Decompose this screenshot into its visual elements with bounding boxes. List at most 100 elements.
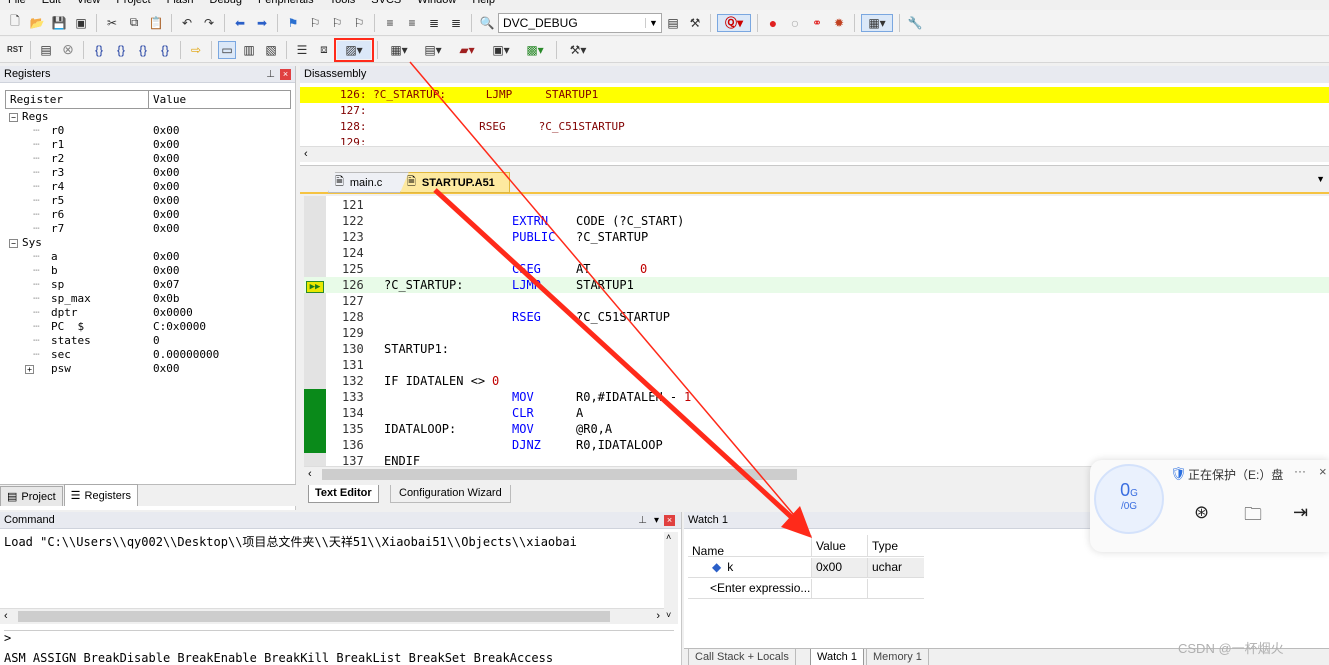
system-viewer-button[interactable]: ▩▾	[520, 41, 550, 59]
exit-icon[interactable]: ⇥	[1293, 502, 1308, 523]
editor-lines[interactable]: 121 122 EXTRN CODE (?C_START) 123 PUBLIC ?C_ST…	[304, 197, 1329, 467]
watch-row-value[interactable]: 0x00	[812, 558, 868, 577]
enter-expression-field[interactable]: <Enter expressio...	[688, 579, 812, 598]
reset-button[interactable]: RST	[6, 41, 24, 59]
register-value[interactable]: 0x00	[153, 194, 180, 208]
register-value[interactable]: 0x00	[153, 264, 180, 278]
open-file-icon[interactable]: 📂	[28, 14, 46, 32]
gutter-cell[interactable]	[304, 229, 326, 245]
register-value[interactable]: 0x00	[153, 180, 180, 194]
gutter-cell[interactable]	[304, 453, 326, 467]
breakpoint-insert-icon[interactable]: ●	[764, 14, 782, 32]
cut-icon[interactable]: ✂	[103, 14, 121, 32]
register-value[interactable]: 0x07	[153, 278, 180, 292]
call-stack-window-icon[interactable]: ⧈	[315, 41, 333, 59]
disassembly-window-icon[interactable]: ▥	[240, 41, 258, 59]
gutter-cell[interactable]	[304, 405, 326, 421]
gutter-cell[interactable]	[304, 309, 326, 325]
register-row[interactable]: ┄ sp_max 0x0b	[5, 292, 291, 306]
registers-window-icon[interactable]: ☰	[293, 41, 311, 59]
scroll-left-icon[interactable]: ‹	[308, 468, 312, 480]
disassembly-line[interactable]: 126: ?C_STARTUP: LJMP STARTUP1	[300, 87, 1329, 103]
paste-icon[interactable]: 📋	[147, 14, 165, 32]
command-window-icon[interactable]: ▭	[218, 40, 236, 59]
menu-item[interactable]: View	[77, 0, 101, 6]
register-row[interactable]: ┄ r0 0x00	[5, 124, 291, 138]
watch-row[interactable]: ◆ k 0x00 uchar	[688, 558, 924, 578]
configure-icon[interactable]: 🔧	[906, 14, 924, 32]
code-line[interactable]: 123 PUBLIC ?C_STARTUP	[304, 229, 1329, 245]
register-row[interactable]: ┄ sp 0x07	[5, 278, 291, 292]
register-value[interactable]: 0x0000	[153, 306, 193, 320]
menu-item[interactable]: Window	[417, 0, 456, 6]
register-row[interactable]: ┄ r5 0x00	[5, 194, 291, 208]
register-row[interactable]: ┄ b 0x00	[5, 264, 291, 278]
code-line[interactable]: 127	[304, 293, 1329, 309]
register-row[interactable]: ┄ r6 0x00	[5, 208, 291, 222]
bookmark-next-icon[interactable]: ⚐	[328, 14, 346, 32]
bookmark-icon[interactable]: ⚑	[284, 14, 302, 32]
code-line[interactable]: 130 STARTUP1:	[304, 341, 1329, 357]
register-row[interactable]: + psw 0x00	[5, 362, 291, 376]
folder-icon[interactable]: 🗀	[1244, 502, 1262, 532]
trace-window-button[interactable]: ▣▾	[486, 41, 516, 59]
scroll-right-icon[interactable]: ›	[656, 610, 660, 622]
register-value[interactable]: 0x00	[153, 250, 180, 264]
undo-icon[interactable]: ↶	[178, 14, 196, 32]
gutter-cell[interactable]	[304, 197, 326, 213]
code-line[interactable]: 136 DJNZ R0,IDATALOOP	[304, 437, 1329, 453]
register-group[interactable]: − Sys	[5, 236, 291, 250]
register-value[interactable]: 0x00	[153, 362, 180, 376]
dropdown-icon[interactable]: ▾	[654, 512, 659, 529]
breakpoint-disable-all-icon[interactable]: ⚭	[808, 14, 826, 32]
code-line[interactable]: ▶▶ 126 ?C_STARTUP: LJMP STARTUP1	[304, 277, 1329, 293]
manage-icon[interactable]: ⚒	[686, 14, 704, 32]
show-next-statement-icon[interactable]: ⇨	[187, 41, 205, 59]
gutter-cell[interactable]	[304, 213, 326, 229]
column-value[interactable]: Value	[812, 535, 868, 556]
tab-configuration-wizard[interactable]: Configuration Wizard	[390, 485, 511, 503]
gutter-cell[interactable]	[304, 389, 326, 405]
tab-text-editor[interactable]: Text Editor	[308, 485, 379, 503]
register-row[interactable]: ┄ sec 0.00000000	[5, 348, 291, 362]
register-row[interactable]: ┄ r2 0x00	[5, 152, 291, 166]
code-line[interactable]: 135 IDATALOOP: MOV @R0,A	[304, 421, 1329, 437]
more-icon[interactable]: ···	[1294, 464, 1306, 478]
tab-call-stack[interactable]: Call Stack + Locals	[688, 649, 796, 665]
gutter-cell[interactable]	[304, 341, 326, 357]
serial-window-button[interactable]: ▤▾	[418, 41, 448, 59]
tab-registers[interactable]: ☰ Registers	[63, 484, 138, 506]
column-value[interactable]: Value	[149, 91, 186, 108]
scroll-left-icon[interactable]: ‹	[4, 610, 8, 622]
register-row[interactable]: ┄ dptr 0x0000	[5, 306, 291, 320]
save-all-icon[interactable]: ▣	[72, 14, 90, 32]
command-input[interactable]: >	[4, 630, 674, 646]
menu-item[interactable]: File	[8, 0, 26, 6]
menu-item[interactable]: Tools	[330, 0, 356, 6]
gutter-cell[interactable]	[304, 421, 326, 437]
menu-item[interactable]: Flash	[167, 0, 194, 6]
new-file-icon[interactable]: 🗋	[6, 14, 24, 32]
register-row[interactable]: ┄ r1 0x00	[5, 138, 291, 152]
step-out-icon[interactable]: {}	[134, 41, 152, 59]
code-line[interactable]: 134 CLR A	[304, 405, 1329, 421]
register-value[interactable]: 0.00000000	[153, 348, 219, 362]
menu-item[interactable]: SVCS	[371, 0, 401, 6]
chevron-down-icon[interactable]: ▼	[645, 17, 661, 28]
copy-icon[interactable]: ⧉	[125, 14, 143, 32]
symbols-window-icon[interactable]: ▧	[262, 41, 280, 59]
column-register[interactable]: Register	[6, 91, 149, 108]
register-value[interactable]: 0x00	[153, 124, 180, 138]
breakpoint-kill-all-icon[interactable]: ✹	[830, 14, 848, 32]
disassembly-line[interactable]: 129:	[300, 135, 1329, 145]
gutter-cell[interactable]	[304, 261, 326, 277]
forward-icon[interactable]: ➡	[253, 14, 271, 32]
register-row[interactable]: ┄ r7 0x00	[5, 222, 291, 236]
disassembly-hscrollbar[interactable]: ‹	[300, 146, 1329, 162]
gutter-cell[interactable]	[304, 293, 326, 309]
options-icon[interactable]: ▤	[664, 14, 682, 32]
step-over-icon[interactable]: {}	[112, 41, 130, 59]
register-value[interactable]: 0x0b	[153, 292, 180, 306]
disassembly-line[interactable]: 128: RSEG ?C_C51STARTUP	[300, 119, 1329, 135]
register-value[interactable]: C:0x0000	[153, 320, 206, 334]
